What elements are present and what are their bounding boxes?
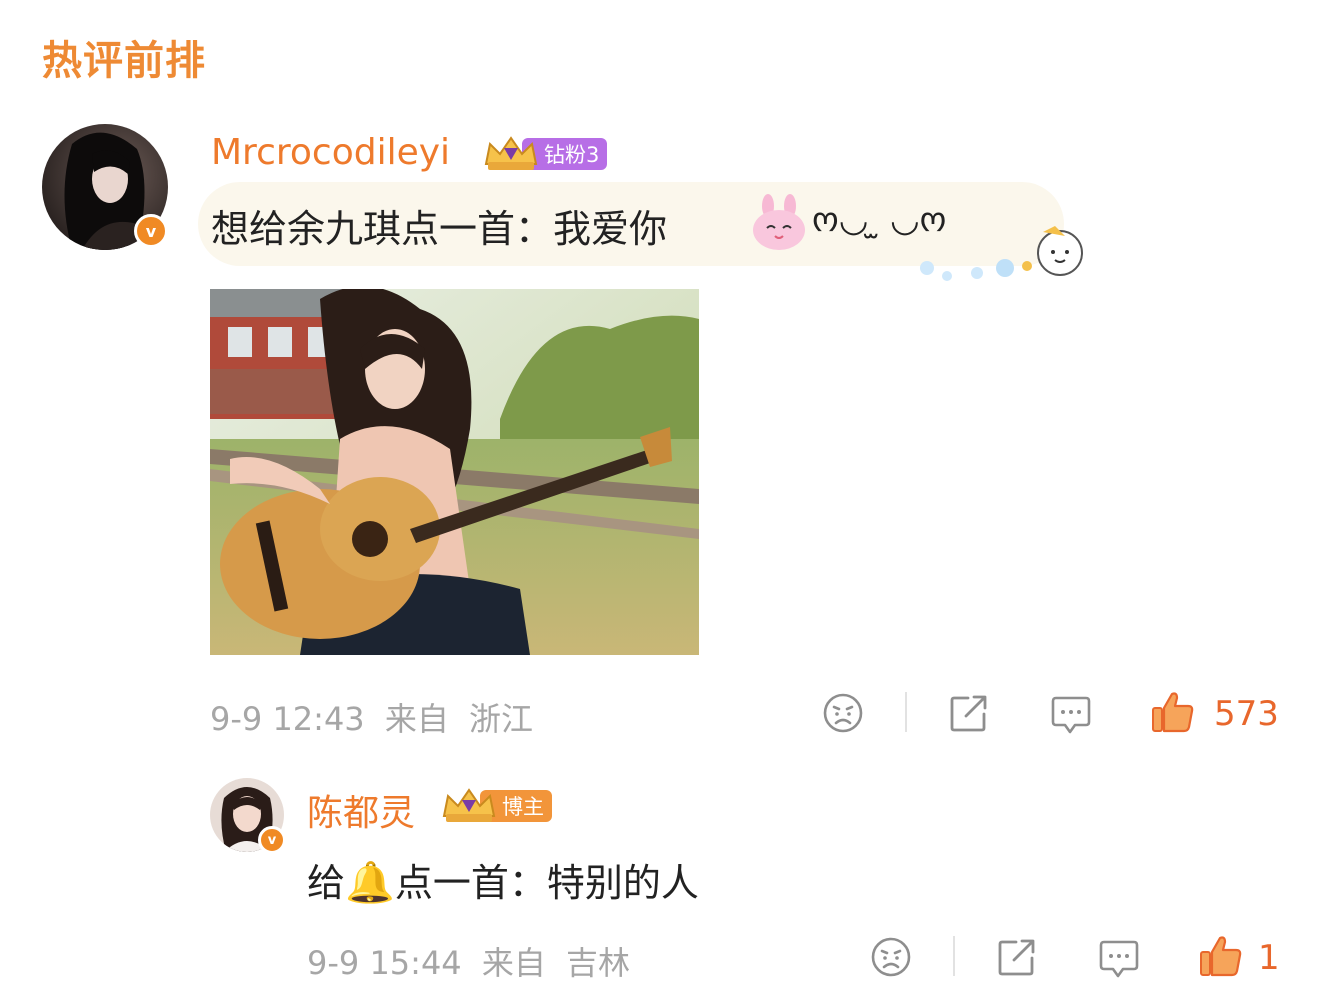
avatar[interactable]: v	[210, 778, 286, 854]
comment-text: 想给余九琪点一首：我爱你	[211, 198, 667, 253]
comment-text: 给🔔点一首：特别的人	[307, 852, 699, 907]
dislike-face-icon[interactable]	[822, 692, 864, 734]
like-thumb-icon[interactable]	[1150, 690, 1196, 734]
comment-icon[interactable]	[1050, 694, 1092, 736]
dislike-face-icon[interactable]	[870, 936, 912, 978]
crown-icon	[442, 788, 496, 822]
share-icon[interactable]	[996, 936, 1038, 978]
bunny-emoji-icon	[753, 194, 805, 250]
action-divider	[953, 936, 955, 976]
comment-text-prefix: 给	[307, 861, 346, 905]
verified-v-icon: v	[134, 214, 168, 248]
verified-v-icon: v	[258, 826, 286, 854]
share-icon[interactable]	[948, 692, 990, 734]
comment-time: 9-9 12:43	[210, 700, 365, 738]
avatar[interactable]: v	[42, 124, 168, 250]
comment-photo[interactable]	[210, 289, 699, 655]
like-thumb-icon[interactable]	[1198, 934, 1244, 978]
fan-level-badge[interactable]: 钻粉3	[482, 134, 608, 174]
comment-icon[interactable]	[1098, 938, 1140, 980]
comment-text-suffix: 点一首：特别的人	[394, 861, 699, 905]
bell-emoji-icon: 🔔	[345, 860, 395, 906]
username[interactable]: 陈都灵	[307, 784, 415, 836]
from-label: 来自	[384, 700, 449, 738]
username[interactable]: Mrcrocodileyi	[211, 132, 450, 173]
comment-meta: 9-9 15:44 来自 吉林	[307, 938, 630, 984]
comment-text-main: 想给余九琪点一首：我爱你	[211, 207, 668, 251]
guitar-photo-image	[210, 289, 699, 655]
author-badge[interactable]: 博主	[440, 786, 552, 826]
crown-icon	[484, 136, 538, 170]
comment-location: 吉林	[566, 944, 631, 982]
like-count: 1	[1258, 938, 1280, 978]
comment-location: 浙江	[469, 700, 534, 738]
action-divider	[905, 692, 907, 732]
bubble-sticker-icon	[920, 226, 1083, 281]
comment-time: 9-9 15:44	[307, 944, 462, 982]
like-count: 573	[1214, 694, 1279, 734]
from-label: 来自	[481, 944, 546, 982]
section-title: 热评前排	[42, 38, 206, 84]
comment-meta: 9-9 12:43 来自 浙江	[210, 694, 533, 740]
